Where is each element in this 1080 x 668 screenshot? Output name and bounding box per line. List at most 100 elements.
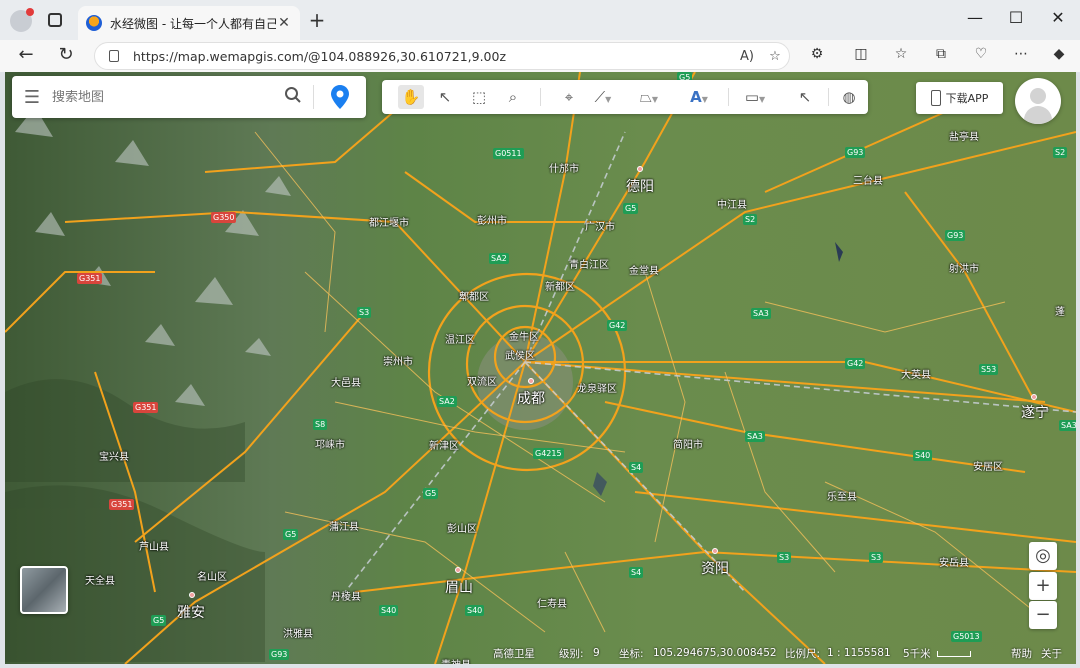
user-avatar[interactable] <box>1015 78 1061 124</box>
road-shield: S4 <box>629 462 644 473</box>
browser-essentials-icon[interactable]: ♡ <box>970 46 992 66</box>
road-shield: G93 <box>945 230 966 241</box>
window-close-button[interactable]: ✕ <box>1038 8 1078 27</box>
marker-icon[interactable]: ⌖ <box>556 85 582 109</box>
place-label: 武侯区 <box>505 351 535 362</box>
road-shield: G93 <box>845 147 866 158</box>
about-link[interactable]: 关于 <box>1041 646 1062 661</box>
divider <box>828 88 829 106</box>
more-menu-icon[interactable]: ⋯ <box>1010 46 1032 66</box>
collections-icon[interactable]: ⧉ <box>930 46 952 66</box>
place-label: 仁寿县 <box>537 599 567 610</box>
back-button[interactable]: ← <box>12 44 40 65</box>
reload-button[interactable]: ↻ <box>52 44 80 65</box>
place-label: 成都 <box>517 391 545 407</box>
city-marker-icon <box>189 592 195 598</box>
split-screen-icon[interactable]: ◫ <box>850 46 872 66</box>
copilot-icon[interactable]: ◆ <box>1048 46 1070 66</box>
maximize-button[interactable]: ☐ <box>996 8 1036 27</box>
polyline-icon[interactable]: ⟋▼ <box>590 85 616 109</box>
locate-button[interactable]: ◎ <box>1029 542 1057 570</box>
basemap-switch-button[interactable] <box>20 566 68 614</box>
search-icon[interactable] <box>273 86 313 109</box>
zoom-rect-icon[interactable]: ⌕ <box>500 85 526 109</box>
lock-icon <box>109 50 119 62</box>
zoom-in-button[interactable]: + <box>1029 572 1057 600</box>
place-label: 都江堰市 <box>369 218 409 229</box>
phone-icon <box>930 90 941 106</box>
road-shield: G42 <box>607 320 628 331</box>
read-aloud-icon[interactable]: A) <box>733 49 761 64</box>
road-shield: SA3 <box>751 308 771 319</box>
level-value: 9 <box>593 647 600 659</box>
divider <box>728 88 729 106</box>
globe-icon[interactable]: ◍ <box>836 85 862 109</box>
select-icon[interactable]: ↖ <box>432 85 458 109</box>
road-shield: G5013 <box>951 631 982 642</box>
scale-bar <box>936 650 971 657</box>
place-label: 德阳 <box>626 179 654 195</box>
place-label: 盐亭县 <box>949 132 979 143</box>
place-label: 安居区 <box>973 462 1003 473</box>
road-shield: S8 <box>313 419 328 430</box>
place-label: 温江区 <box>445 335 475 346</box>
place-label: 洪雅县 <box>283 629 313 640</box>
avatar-head <box>1030 88 1046 104</box>
download-app-label: 下载APP <box>945 92 989 105</box>
download-app-button[interactable]: 下载APP <box>916 82 1003 114</box>
favorites-icon[interactable]: ☆ <box>890 46 912 66</box>
scale-label: 比例尺: <box>785 647 821 660</box>
place-label: 中江县 <box>717 200 747 211</box>
place-label: 广汉市 <box>585 222 615 233</box>
road-shield: S40 <box>379 605 399 616</box>
place-label: 郫都区 <box>459 292 489 303</box>
hand-icon[interactable]: ✋ <box>398 85 424 109</box>
browser-tab-bar: 水经微图 - 让每一个人都有自己的 ✕ + — ☐ ✕ <box>0 0 1080 40</box>
road-shield: G42 <box>845 358 866 369</box>
tab-actions-icon[interactable] <box>48 13 62 27</box>
tab-title: 水经微图 - 让每一个人都有自己的 <box>110 16 276 31</box>
road-shield: S2 <box>743 214 758 225</box>
place-label: 三台县 <box>853 176 883 187</box>
place-label: 遂宁 <box>1021 405 1049 421</box>
extensions-icon[interactable]: ⚙ <box>806 46 828 66</box>
place-label: 新都区 <box>545 282 575 293</box>
place-label: 简阳市 <box>673 440 703 451</box>
location-pin-button[interactable] <box>314 85 366 109</box>
place-label: 雅安 <box>177 605 205 621</box>
new-tab-button[interactable]: + <box>306 10 328 32</box>
city-marker-icon <box>528 378 534 384</box>
place-label: 乐至县 <box>827 492 857 503</box>
map-canvas[interactable]: 什邡市 德阳 中江县 三台县 盐亭县 射洪市 都江堰市 彭州市 广汉市 青白江区… <box>5 72 1076 664</box>
url-text[interactable]: https://map.wemapgis.com/@104.088926,30.… <box>133 49 733 64</box>
place-label: 彭州市 <box>477 216 507 227</box>
zoom-out-button[interactable]: − <box>1029 601 1057 629</box>
box-select-icon[interactable]: ⬚ <box>466 85 492 109</box>
place-label: 双流区 <box>467 377 497 388</box>
divider <box>540 88 541 106</box>
minimize-button[interactable]: — <box>955 8 995 27</box>
place-label: 彭山区 <box>447 524 477 535</box>
favorite-star-icon[interactable]: ☆ <box>761 49 789 64</box>
road-shield: G351 <box>77 273 103 284</box>
profile-avatar-icon[interactable] <box>10 8 34 32</box>
search-input[interactable] <box>52 89 273 105</box>
tab-close-icon[interactable]: ✕ <box>276 15 292 31</box>
query-icon[interactable]: ↖ <box>792 85 818 109</box>
measure-icon[interactable]: ▭▼ <box>742 85 768 109</box>
road-shield: S53 <box>979 364 999 375</box>
place-label: 崇州市 <box>383 357 413 368</box>
menu-icon[interactable]: ☰ <box>12 87 52 108</box>
polygon-icon[interactable]: ⏢▼ <box>636 85 662 109</box>
city-marker-icon <box>455 567 461 573</box>
browser-tab[interactable]: 水经微图 - 让每一个人都有自己的 ✕ <box>78 6 300 40</box>
help-link[interactable]: 帮助 <box>1011 646 1032 661</box>
road-shield: SA2 <box>437 396 457 407</box>
road-shield: S2 <box>1053 147 1068 158</box>
place-label: 名山区 <box>197 572 227 583</box>
place-label: 新津区 <box>429 441 459 452</box>
location-pin-icon <box>331 85 349 109</box>
address-bar[interactable]: https://map.wemapgis.com/@104.088926,30.… <box>94 42 790 70</box>
text-icon[interactable]: A▼ <box>686 85 712 109</box>
road-shield: SA3 <box>745 431 765 442</box>
